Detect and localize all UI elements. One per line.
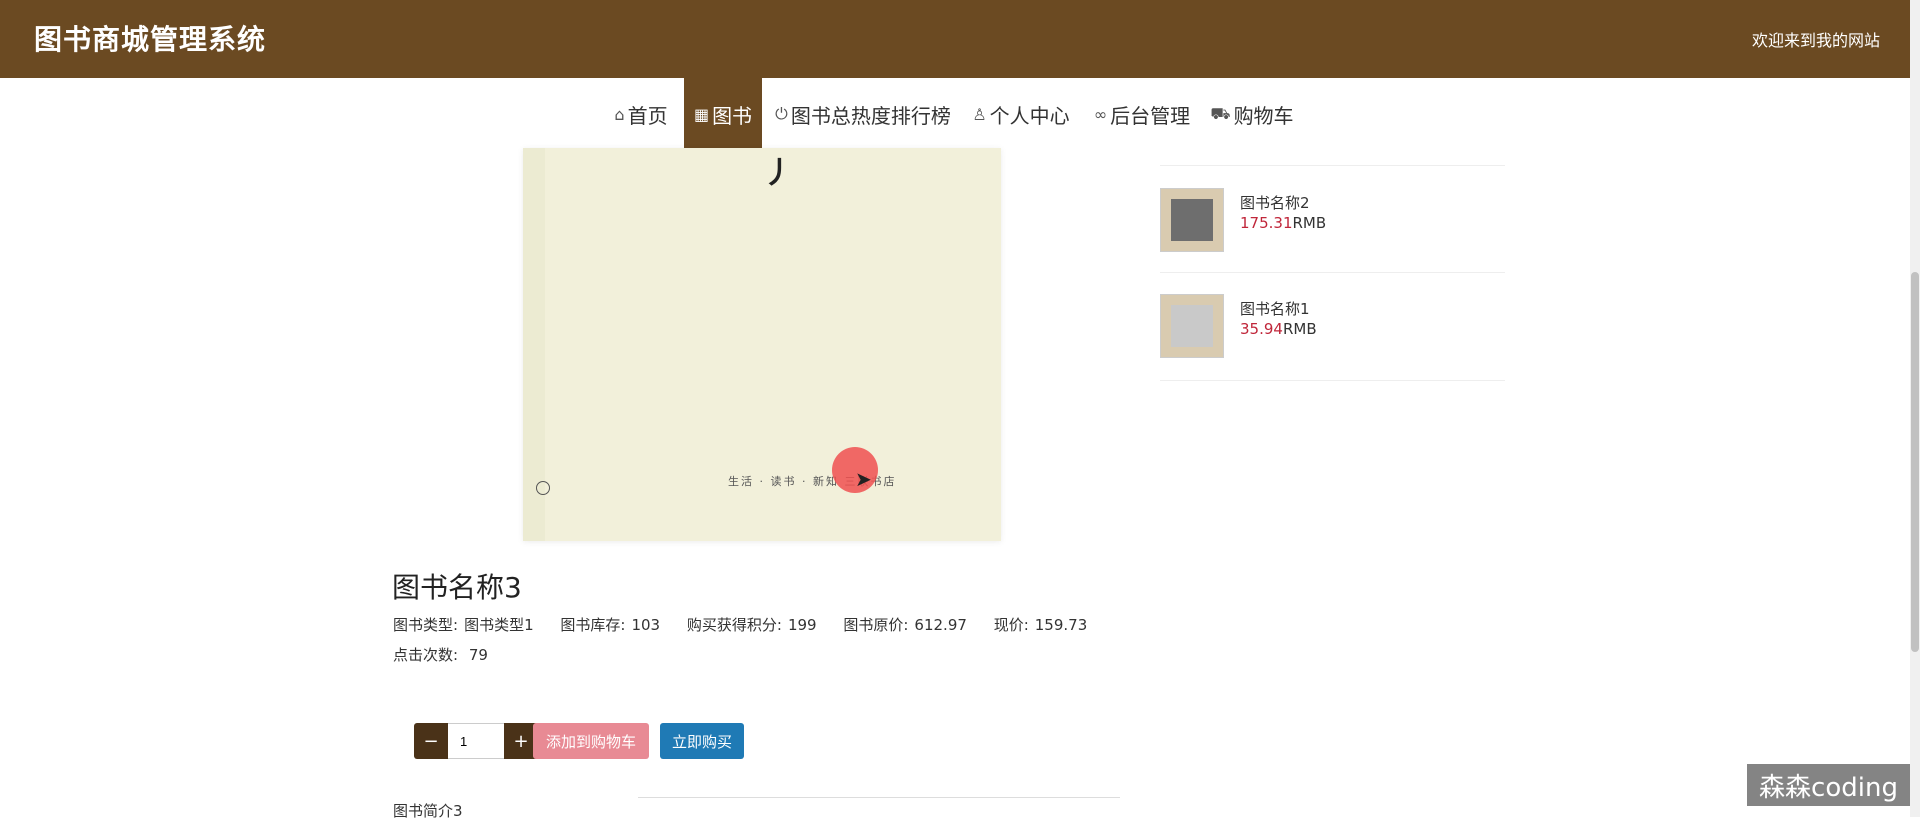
price-unit: RMB [1292,214,1327,232]
nav-item-admin[interactable]: ∞ 后台管理 [1088,78,1196,150]
nav-item-ranking[interactable]: ⏻ 图书总热度排行榜 [770,78,956,150]
book-intro-label: 图书简介3 [393,802,463,820]
book-cover-image: 丿 生活 · 读书 · 新知 三联书店 [523,148,1001,541]
original-price-label: 图书原价: [843,616,909,634]
sidebar-book-item[interactable]: 图书名称1 35.94RMB [1160,294,1505,364]
sidebar-book-price: 35.94RMB [1240,320,1317,338]
book-title: 图书名称3 [392,571,522,604]
site-header: 图书商城管理系统 欢迎来到我的网站 [0,0,1910,78]
nav-item-label: 后台管理 [1110,103,1191,128]
nav-item-home[interactable]: ⌂ 首页 [607,78,675,150]
stock-label: 图书库存: [560,616,626,634]
cover-calligraphy: 丿 [763,156,793,191]
sidebar-book-item[interactable]: 图书名称2 175.31RMB [1160,188,1505,258]
user-icon: ♙ [972,104,987,124]
current-price-label: 现价: [993,616,1029,634]
clicks-value: 79 [468,646,488,664]
power-icon: ⏻ [775,104,788,123]
nav-item-books[interactable]: ▦ 图书 [684,78,762,150]
home-icon: ⌂ [614,104,625,124]
sidebar-divider [1160,380,1505,381]
current-price-value: 159.73 [1034,616,1088,634]
welcome-text: 欢迎来到我的网站 [1751,31,1880,50]
watermark: 森森coding [1747,764,1910,806]
book-clicks: 点击次数: 79 [393,644,488,665]
book-thumbnail[interactable] [1160,294,1224,358]
scrollbar-thumb[interactable] [1911,272,1919,652]
sidebar-divider [1160,272,1505,273]
site-title[interactable]: 图书商城管理系统 [34,18,266,58]
cover-seal [536,481,550,495]
intro-divider [638,797,1120,798]
main-nav: ⌂ 首页 ▦ 图书 ⏻ 图书总热度排行榜 ♙ 个人中心 ∞ 后台管理 ⛟ 购物车 [0,78,1910,150]
nav-item-label: 购物车 [1233,103,1294,128]
price-value: 175.31 [1240,214,1293,232]
nav-item-profile[interactable]: ♙ 个人中心 [970,78,1072,150]
clicks-label: 点击次数: [393,646,459,664]
page-scrollbar[interactable] [1910,0,1920,817]
book-thumbnail[interactable] [1160,188,1224,252]
original-price-value: 612.97 [914,616,967,634]
sidebar-divider [1160,165,1505,166]
grid-icon: ▦ [693,104,710,124]
quantity-input[interactable] [448,723,504,759]
sidebar-book-price: 175.31RMB [1240,214,1326,232]
cart-icon: ⛟ [1210,103,1231,123]
stock-value: 103 [631,616,661,634]
link-icon: ∞ [1093,104,1108,124]
nav-item-label: 个人中心 [989,103,1070,128]
quantity-stepper: − + [414,723,538,759]
nav-item-label: 图书总热度排行榜 [790,103,951,128]
price-unit: RMB [1282,320,1317,338]
decrease-quantity-button[interactable]: − [414,723,448,759]
points-value: 199 [787,616,817,634]
nav-item-label: 首页 [627,103,668,128]
nav-item-label: 图书 [712,103,753,128]
points-label: 购买获得积分: [686,616,782,634]
book-meta: 图书类型: 图书类型1 图书库存: 103 购买获得积分: 199 图书原价: 612.… [393,614,1109,635]
mouse-cursor-icon: ➤ [855,467,872,491]
sidebar-book-name[interactable]: 图书名称1 [1240,298,1310,319]
buy-now-button[interactable]: 立即购买 [660,723,744,759]
price-value: 35.94 [1240,320,1283,338]
add-to-cart-button[interactable]: 添加到购物车 [533,723,649,759]
type-label: 图书类型: [393,616,459,634]
sidebar-book-name[interactable]: 图书名称2 [1240,192,1310,213]
nav-item-cart[interactable]: ⛟ 购物车 [1210,78,1294,150]
type-value: 图书类型1 [464,616,534,634]
